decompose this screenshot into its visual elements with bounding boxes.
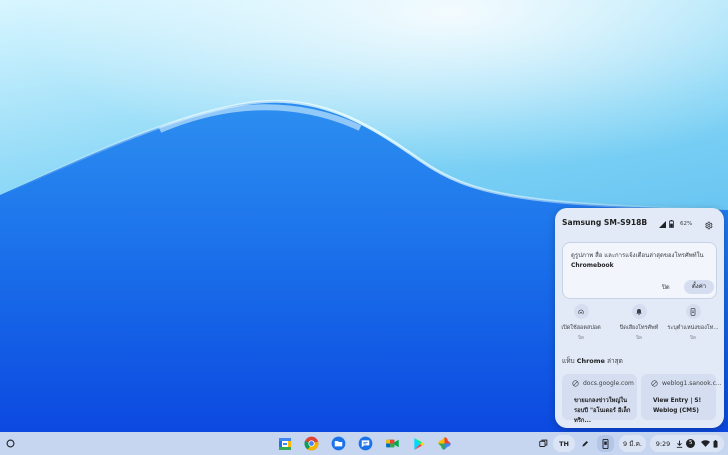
recent-tab-title: View Entry | S! Weblog (CMS) bbox=[653, 398, 702, 414]
launcher-button[interactable] bbox=[4, 437, 17, 450]
bell-icon bbox=[636, 308, 642, 315]
recent-tabs-brand: Chrome bbox=[576, 357, 605, 365]
system-tray-button[interactable]: 9:29 5 bbox=[650, 435, 724, 452]
device-name: Samsung SM-S918B bbox=[562, 218, 648, 227]
recent-tab-url: docs.google.com bbox=[583, 380, 634, 387]
locate-label: ระบุตำแหน่งของโท... bbox=[667, 325, 719, 331]
hotspot-state: ปิด bbox=[578, 336, 584, 341]
silence-state: ปิด bbox=[636, 336, 642, 341]
messages-app-icon bbox=[358, 436, 373, 451]
play-store-app-button[interactable] bbox=[410, 435, 427, 452]
play-store-app-icon bbox=[413, 437, 424, 450]
download-icon bbox=[677, 440, 683, 448]
locate-phone-button[interactable] bbox=[685, 304, 701, 319]
photos-app-icon bbox=[438, 437, 451, 450]
meet-app-icon bbox=[386, 439, 399, 448]
recent-tab-title: ขายแกลงข่าวใหญ่ในรอบปี "อโนเดอร์ อีเล็กท… bbox=[574, 398, 631, 424]
chrome-app-icon bbox=[304, 436, 319, 451]
onboarding-line1: ดูรูปภาพ สื่อ และการแจ้งเตือนล่าสุดของโท… bbox=[571, 252, 704, 259]
recent-tab-card[interactable]: docs.google.com ขายแกลงข่าวใหญ่ในรอบปี "… bbox=[562, 374, 637, 424]
wifi-icon bbox=[701, 440, 711, 447]
phone-hub-tray-button[interactable] bbox=[597, 435, 614, 452]
virtual-desk-button[interactable] bbox=[536, 435, 551, 452]
battery-icon bbox=[713, 439, 718, 448]
globe-icon bbox=[651, 380, 658, 387]
chrome-app-button[interactable] bbox=[303, 435, 320, 452]
stylus-icon bbox=[582, 440, 588, 447]
battery-icon bbox=[669, 220, 674, 228]
files-app-icon bbox=[331, 436, 346, 451]
hotspot-icon bbox=[578, 309, 584, 314]
hotspot-label: เปิดใช้ฮอตสปอต bbox=[561, 325, 601, 331]
shelf: TH 9 มี.ค. 9:29 5 bbox=[0, 432, 728, 455]
meet-app-button[interactable] bbox=[384, 435, 401, 452]
recent-tabs-suffix: ล่าสุด bbox=[607, 357, 623, 365]
quick-setting-silence[interactable]: ปิดเสียงโทรศัพท์ ปิด bbox=[613, 304, 665, 344]
phone-hub-settings-button[interactable] bbox=[700, 217, 716, 233]
virtual-desk-icon bbox=[539, 439, 548, 447]
phone-hub-icon bbox=[602, 438, 609, 449]
notification-count-badge: 5 bbox=[686, 439, 696, 448]
globe-icon bbox=[572, 380, 579, 387]
phone-hub-onboarding-card: ดูรูปภาพ สื่อ และการแจ้งเตือนล่าสุดของโท… bbox=[562, 242, 717, 299]
stylus-tools-button[interactable] bbox=[578, 435, 592, 452]
quick-setting-hotspot[interactable]: เปิดใช้ฮอตสปอต ปิด bbox=[555, 304, 607, 344]
dismiss-button[interactable]: ปิด bbox=[659, 281, 673, 294]
notification-count: 5 bbox=[689, 440, 693, 446]
onboarding-message: ดูรูปภาพ สื่อ และการแจ้งเตือนล่าสุดของโท… bbox=[571, 251, 713, 271]
setup-button[interactable]: ตั้งค่า bbox=[684, 280, 714, 294]
recent-tabs-prefix: แท็บ bbox=[562, 357, 575, 365]
recent-tabs-heading: แท็บ Chrome ล่าสุด bbox=[562, 356, 623, 366]
silence-phone-button[interactable] bbox=[631, 304, 647, 319]
phone-hub-panel: Samsung SM-S918B 62% ดูรูปภาพ สื่อ และกา… bbox=[555, 208, 724, 428]
input-method-button[interactable]: TH bbox=[553, 435, 575, 452]
clock: 9:29 bbox=[655, 439, 671, 448]
launcher-icon bbox=[6, 439, 15, 448]
recent-tab-url-row: docs.google.com bbox=[572, 380, 634, 387]
gear-icon bbox=[704, 221, 713, 229]
hotspot-button[interactable] bbox=[573, 304, 589, 319]
photos-app-button[interactable] bbox=[436, 435, 453, 452]
quick-setting-locate[interactable]: ระบุตำแหน่งของโท... ปิด bbox=[667, 304, 719, 344]
battery-percent: 62% bbox=[680, 221, 693, 227]
locate-state: ปิด bbox=[690, 336, 696, 341]
calendar-app-button[interactable] bbox=[276, 435, 293, 452]
messages-app-button[interactable] bbox=[357, 435, 374, 452]
recent-tab-url-row: weblog1.sanook.c... bbox=[651, 380, 722, 387]
onboarding-line2: Chromebook bbox=[571, 262, 614, 269]
files-app-button[interactable] bbox=[330, 435, 347, 452]
phone-locate-icon bbox=[690, 307, 696, 316]
phone-status: 62% bbox=[659, 219, 692, 229]
phone-hub-header: Samsung SM-S918B 62% bbox=[555, 208, 724, 240]
signal-icon bbox=[659, 220, 666, 228]
recent-tab-card[interactable]: weblog1.sanook.c... View Entry | S! Webl… bbox=[641, 374, 722, 420]
silence-label: ปิดเสียงโทรศัพท์ bbox=[619, 325, 659, 331]
date-button[interactable]: 9 มี.ค. bbox=[619, 435, 646, 452]
calendar-app-icon bbox=[278, 437, 291, 450]
recent-tab-url: weblog1.sanook.c... bbox=[662, 380, 722, 387]
